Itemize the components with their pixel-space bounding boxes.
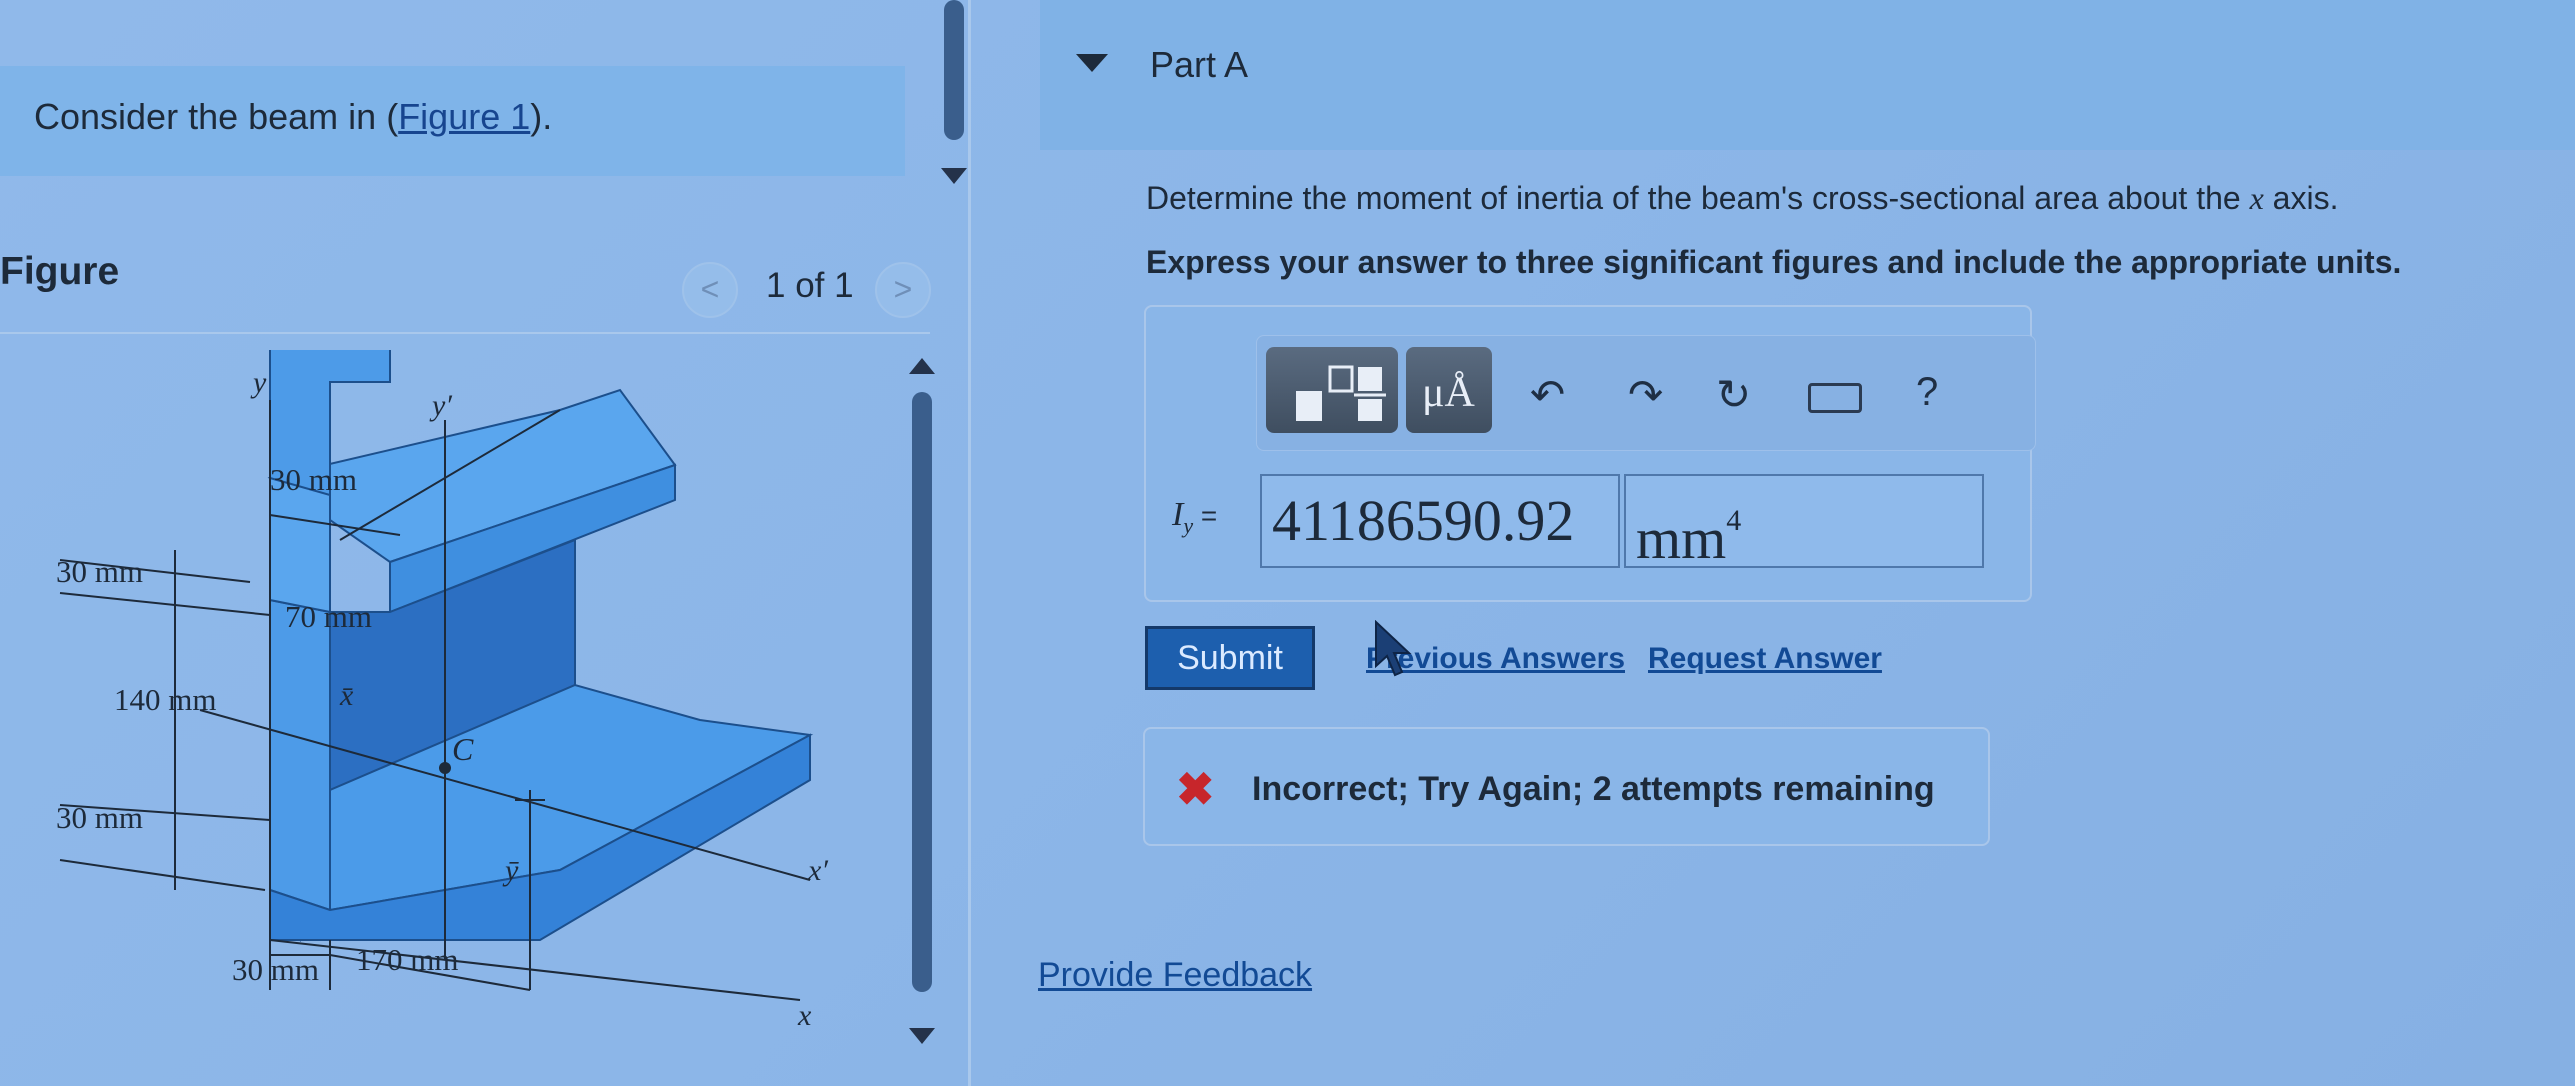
figure-divider bbox=[0, 332, 930, 334]
figure-scroll-up-arrow[interactable] bbox=[909, 358, 935, 374]
keyboard-icon[interactable] bbox=[1808, 383, 1862, 413]
chevron-left-icon: < bbox=[700, 271, 720, 307]
label-centroid: C bbox=[452, 731, 474, 767]
dim-line-2 bbox=[59, 592, 271, 616]
label-y-bar: ȳ bbox=[502, 854, 519, 887]
centroid-point bbox=[439, 762, 451, 774]
page-scroll-down-arrow[interactable] bbox=[941, 168, 967, 184]
dim-line-7 bbox=[59, 859, 266, 891]
intro-text: Consider the beam in (Figure 1). bbox=[34, 96, 553, 137]
redo-icon[interactable]: ↷ bbox=[1628, 370, 1663, 419]
undo-icon[interactable]: ↶ bbox=[1530, 370, 1565, 419]
figure-pager: 1 of 1 bbox=[766, 266, 854, 305]
label-y-prime: y′ bbox=[429, 389, 452, 422]
label-dim-70: 70 mm bbox=[285, 599, 372, 634]
chevron-right-icon: > bbox=[893, 271, 913, 307]
answer-label: Iy = bbox=[1172, 496, 1218, 538]
beam-figure: y y′ 30 mm 30 mm 70 mm 140 mm 30 mm 30 m… bbox=[56, 350, 828, 1032]
mouse-cursor-icon bbox=[1375, 620, 1412, 677]
templates-icon bbox=[1296, 365, 1386, 421]
figure-prev-button[interactable]: < bbox=[682, 262, 738, 318]
submit-button[interactable]: Submit bbox=[1145, 626, 1315, 690]
part-title: Part A bbox=[1150, 44, 1249, 85]
figure-scrollbar-thumb[interactable] bbox=[912, 392, 932, 992]
label-dim-170: 170 mm bbox=[356, 942, 458, 977]
label-x: x bbox=[797, 999, 812, 1032]
error-x-icon: ✖ bbox=[1176, 763, 1215, 815]
label-dim-30-bottom: 30 mm bbox=[232, 952, 319, 987]
beam-stem-front bbox=[269, 476, 331, 614]
pane-divider bbox=[968, 0, 971, 1086]
figure-scroll-down-arrow[interactable] bbox=[909, 1028, 935, 1044]
x-axis-line bbox=[269, 939, 801, 1001]
page-scrollbar-thumb[interactable] bbox=[944, 0, 964, 140]
reset-icon[interactable]: ↻ bbox=[1716, 370, 1751, 419]
provide-feedback-link[interactable]: Provide Feedback bbox=[1038, 956, 1312, 995]
part-header[interactable] bbox=[1040, 0, 2575, 150]
collapse-caret-icon[interactable] bbox=[1076, 54, 1108, 72]
units-button[interactable]: μÅ bbox=[1406, 347, 1492, 433]
label-dim-30-left: 30 mm bbox=[56, 554, 143, 589]
beam-stem bbox=[269, 598, 331, 912]
label-dim-30-lower: 30 mm bbox=[56, 800, 143, 835]
request-answer-link[interactable]: Request Answer bbox=[1648, 642, 1882, 676]
figure-link[interactable]: Figure 1 bbox=[398, 96, 530, 137]
answer-units-input[interactable]: mm4 bbox=[1624, 474, 1984, 571]
label-dim-140: 140 mm bbox=[114, 682, 216, 717]
label-y: y bbox=[250, 366, 267, 399]
label-dim-30-top: 30 mm bbox=[270, 462, 357, 497]
figure-title: Figure bbox=[0, 250, 120, 293]
feedback-message: Incorrect; Try Again; 2 attempts remaini… bbox=[1252, 770, 1935, 808]
instruction-text: Express your answer to three significant… bbox=[1146, 244, 2402, 280]
help-button[interactable]: ? bbox=[1916, 370, 1938, 415]
question-text: Determine the moment of inertia of the b… bbox=[1146, 180, 2339, 216]
figure-next-button[interactable]: > bbox=[875, 262, 931, 318]
templates-button[interactable] bbox=[1266, 347, 1398, 433]
units-icon: μÅ bbox=[1422, 370, 1475, 416]
label-x-bar: x̄ bbox=[339, 679, 354, 712]
answer-value-input[interactable]: 41186590.92 bbox=[1260, 474, 1620, 568]
label-x-prime: x′ bbox=[807, 854, 828, 887]
